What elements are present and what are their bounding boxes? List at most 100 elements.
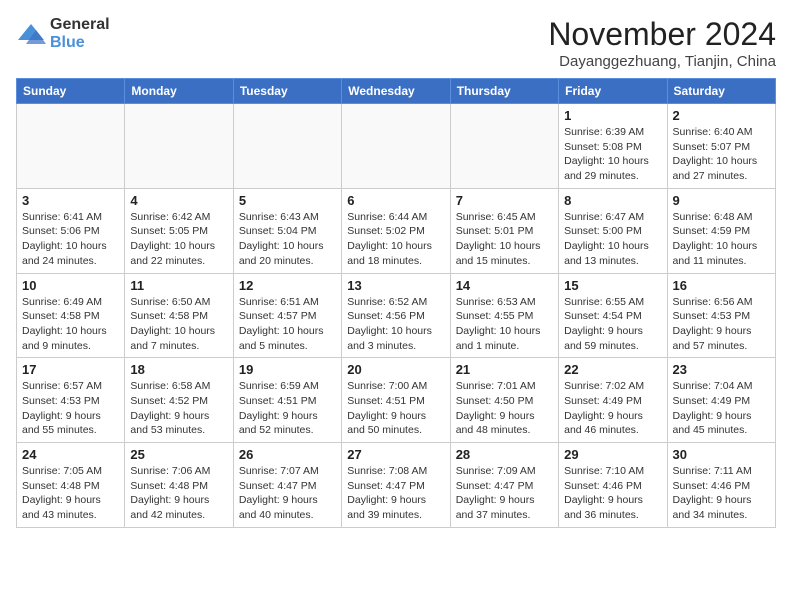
day-number: 3 [22,193,119,208]
calendar-cell: 13Sunrise: 6:52 AM Sunset: 4:56 PM Dayli… [342,273,450,358]
day-number: 4 [130,193,227,208]
day-info: Sunrise: 6:39 AM Sunset: 5:08 PM Dayligh… [564,125,661,184]
calendar-cell: 6 Sunrise: 6:44 AM Sunset: 5:02 PM Daylig… [342,188,450,273]
day-number: 28 [456,447,553,462]
day-number: 27 [347,447,444,462]
day-info: Sunrise: 7:09 AM Sunset: 4:47 PM Dayligh… [456,464,553,523]
day-info: Sunrise: 6:48 AM Sunset: 4:59 PM Dayligh… [673,210,770,269]
logo-text: General Blue [50,16,110,52]
calendar-cell: 27 Sunrise: 7:08 AM Sunset: 4:47 PM Dayli… [342,443,450,528]
day-number: 15 [564,278,661,293]
weekday-header-row: SundayMondayTuesdayWednesdayThursdayFrid… [17,79,776,104]
day-info: Sunrise: 6:55 AM Sunset: 4:54 PM Dayligh… [564,295,661,354]
day-info: Sunrise: 7:11 AM Sunset: 4:46 PM Dayligh… [673,464,770,523]
day-info: Sunrise: 6:44 AM Sunset: 5:02 PM Dayligh… [347,210,444,269]
day-info: Sunrise: 6:56 AM Sunset: 4:53 PM Dayligh… [673,295,770,354]
weekday-header-sunday: Sunday [17,79,125,104]
day-info: Sunrise: 7:01 AM Sunset: 4:50 PM Dayligh… [456,379,553,438]
day-info: Sunrise: 7:10 AM Sunset: 4:46 PM Dayligh… [564,464,661,523]
day-info: Sunrise: 6:45 AM Sunset: 5:01 PM Dayligh… [456,210,553,269]
day-info: Sunrise: 6:40 AM Sunset: 5:07 PM Dayligh… [673,125,770,184]
calendar-cell [17,104,125,189]
calendar-cell: 4Sunrise: 6:42 AM Sunset: 5:05 PM Daylig… [125,188,233,273]
day-number: 19 [239,362,336,377]
calendar-week-row: 17Sunrise: 6:57 AM Sunset: 4:53 PM Dayli… [17,358,776,443]
day-number: 23 [673,362,770,377]
day-number: 12 [239,278,336,293]
day-info: Sunrise: 7:08 AM Sunset: 4:47 PM Dayligh… [347,464,444,523]
calendar-cell: 28 Sunrise: 7:09 AM Sunset: 4:47 PM Dayli… [450,443,558,528]
day-info: Sunrise: 6:51 AM Sunset: 4:57 PM Dayligh… [239,295,336,354]
calendar-cell: 11 Sunrise: 6:50 AM Sunset: 4:58 PM Dayli… [125,273,233,358]
day-number: 17 [22,362,119,377]
calendar-week-row: 10 Sunrise: 6:49 AM Sunset: 4:58 PM Dayli… [17,273,776,358]
day-info: Sunrise: 7:00 AM Sunset: 4:51 PM Dayligh… [347,379,444,438]
calendar-cell: 19 Sunrise: 6:59 AM Sunset: 4:51 PM Dayli… [233,358,341,443]
day-info: Sunrise: 7:06 AM Sunset: 4:48 PM Dayligh… [130,464,227,523]
logo-general: General [50,16,110,33]
calendar-cell: 12 Sunrise: 6:51 AM Sunset: 4:57 PM Dayli… [233,273,341,358]
calendar-cell: 8 Sunrise: 6:47 AM Sunset: 5:00 PM Daylig… [559,188,667,273]
calendar-cell: 22Sunrise: 7:02 AM Sunset: 4:49 PM Dayli… [559,358,667,443]
weekday-header-thursday: Thursday [450,79,558,104]
logo: General Blue [16,16,110,52]
day-number: 26 [239,447,336,462]
day-info: Sunrise: 7:05 AM Sunset: 4:48 PM Dayligh… [22,464,119,523]
weekday-header-wednesday: Wednesday [342,79,450,104]
logo-blue: Blue [50,34,85,51]
calendar-cell: 2 Sunrise: 6:40 AM Sunset: 5:07 PM Daylig… [667,104,775,189]
calendar-cell [233,104,341,189]
day-number: 18 [130,362,227,377]
calendar-cell: 21Sunrise: 7:01 AM Sunset: 4:50 PM Dayli… [450,358,558,443]
calendar-cell: 1 Sunrise: 6:39 AM Sunset: 5:08 PM Daylig… [559,104,667,189]
calendar-cell: 24Sunrise: 7:05 AM Sunset: 4:48 PM Dayli… [17,443,125,528]
day-number: 16 [673,278,770,293]
calendar-cell: 18 Sunrise: 6:58 AM Sunset: 4:52 PM Dayli… [125,358,233,443]
weekday-header-tuesday: Tuesday [233,79,341,104]
weekday-header-friday: Friday [559,79,667,104]
calendar-cell: 15 Sunrise: 6:55 AM Sunset: 4:54 PM Dayli… [559,273,667,358]
month-title: November 2024 [548,16,776,53]
day-number: 11 [130,278,227,293]
day-number: 30 [673,447,770,462]
calendar-cell: 16 Sunrise: 6:56 AM Sunset: 4:53 PM Dayli… [667,273,775,358]
day-number: 1 [564,108,661,123]
day-number: 22 [564,362,661,377]
calendar-cell: 26Sunrise: 7:07 AM Sunset: 4:47 PM Dayli… [233,443,341,528]
day-number: 10 [22,278,119,293]
day-info: Sunrise: 6:59 AM Sunset: 4:51 PM Dayligh… [239,379,336,438]
calendar-cell: 14Sunrise: 6:53 AM Sunset: 4:55 PM Dayli… [450,273,558,358]
calendar-cell [450,104,558,189]
day-number: 8 [564,193,661,208]
day-info: Sunrise: 6:43 AM Sunset: 5:04 PM Dayligh… [239,210,336,269]
calendar-cell: 10 Sunrise: 6:49 AM Sunset: 4:58 PM Dayli… [17,273,125,358]
day-number: 29 [564,447,661,462]
calendar-cell: 30 Sunrise: 7:11 AM Sunset: 4:46 PM Dayli… [667,443,775,528]
day-info: Sunrise: 6:41 AM Sunset: 5:06 PM Dayligh… [22,210,119,269]
day-number: 7 [456,193,553,208]
day-info: Sunrise: 6:52 AM Sunset: 4:56 PM Dayligh… [347,295,444,354]
day-info: Sunrise: 6:50 AM Sunset: 4:58 PM Dayligh… [130,295,227,354]
calendar-week-row: 3 Sunrise: 6:41 AM Sunset: 5:06 PM Daylig… [17,188,776,273]
day-info: Sunrise: 7:04 AM Sunset: 4:49 PM Dayligh… [673,379,770,438]
day-info: Sunrise: 6:49 AM Sunset: 4:58 PM Dayligh… [22,295,119,354]
day-info: Sunrise: 6:58 AM Sunset: 4:52 PM Dayligh… [130,379,227,438]
calendar-cell: 25 Sunrise: 7:06 AM Sunset: 4:48 PM Dayli… [125,443,233,528]
day-number: 2 [673,108,770,123]
calendar-cell [125,104,233,189]
day-info: Sunrise: 6:53 AM Sunset: 4:55 PM Dayligh… [456,295,553,354]
calendar-week-row: 1 Sunrise: 6:39 AM Sunset: 5:08 PM Daylig… [17,104,776,189]
calendar-cell: 3 Sunrise: 6:41 AM Sunset: 5:06 PM Daylig… [17,188,125,273]
calendar-cell: 7 Sunrise: 6:45 AM Sunset: 5:01 PM Daylig… [450,188,558,273]
calendar-cell: 9Sunrise: 6:48 AM Sunset: 4:59 PM Daylig… [667,188,775,273]
calendar-cell: 20Sunrise: 7:00 AM Sunset: 4:51 PM Dayli… [342,358,450,443]
day-info: Sunrise: 6:47 AM Sunset: 5:00 PM Dayligh… [564,210,661,269]
day-number: 5 [239,193,336,208]
weekday-header-monday: Monday [125,79,233,104]
day-number: 25 [130,447,227,462]
calendar-cell: 5 Sunrise: 6:43 AM Sunset: 5:04 PM Daylig… [233,188,341,273]
calendar-cell: 17Sunrise: 6:57 AM Sunset: 4:53 PM Dayli… [17,358,125,443]
calendar-table: SundayMondayTuesdayWednesdayThursdayFrid… [16,78,776,528]
calendar-cell: 23 Sunrise: 7:04 AM Sunset: 4:49 PM Dayli… [667,358,775,443]
day-number: 6 [347,193,444,208]
